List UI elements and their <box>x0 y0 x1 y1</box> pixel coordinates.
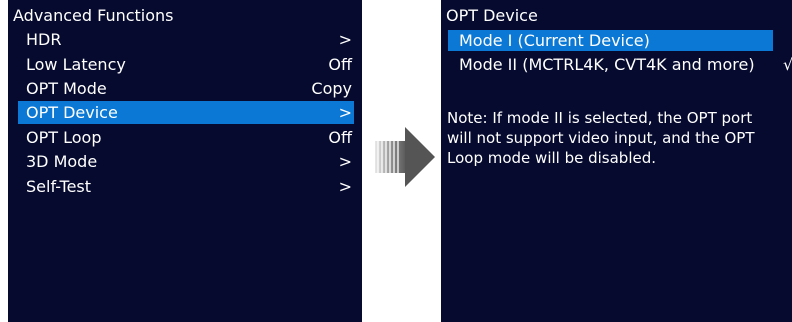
opt-device-menu: OPT Device Mode I (Current Device) Mode … <box>441 0 792 322</box>
menu-item-label: 3D Mode <box>26 152 98 171</box>
menu-item-low-latency[interactable]: Low Latency Off <box>18 53 354 76</box>
menu-item-opt-device[interactable]: OPT Device > <box>18 101 354 124</box>
option-label: Mode II (MCTRL4K, CVT4K and more) <box>459 55 755 74</box>
menu-item-opt-loop[interactable]: OPT Loop Off <box>18 126 354 149</box>
menu-item-value: > <box>338 103 352 122</box>
menu-item-self-test[interactable]: Self-Test > <box>18 175 354 198</box>
menu-item-value: Off <box>328 128 352 147</box>
menu-item-value: > <box>338 152 352 171</box>
menu-title: Advanced Functions <box>13 6 174 25</box>
menu-item-value: > <box>338 177 352 196</box>
option-mode-i[interactable]: Mode I (Current Device) <box>448 30 773 51</box>
menu-item-label: Low Latency <box>26 55 126 74</box>
menu-item-label: OPT Device <box>26 103 118 122</box>
option-label: Mode I (Current Device) <box>459 31 650 50</box>
note-line: Loop mode will be disabled. <box>447 149 657 167</box>
menu-title: OPT Device <box>446 6 538 25</box>
menu-item-3d-mode[interactable]: 3D Mode > <box>18 150 354 173</box>
menu-item-opt-mode[interactable]: OPT Mode Copy <box>18 77 354 100</box>
note-line: will not support video input, and the OP… <box>447 129 755 147</box>
advanced-functions-menu: Advanced Functions HDR > Low Latency Off… <box>8 0 362 322</box>
note-text: Note: If mode II is selected, the OPT po… <box>447 108 792 168</box>
menu-item-value: Off <box>328 55 352 74</box>
option-mode-ii[interactable]: Mode II (MCTRL4K, CVT4K and more) √ <box>448 54 792 75</box>
menu-item-label: OPT Loop <box>26 128 102 147</box>
menu-item-label: OPT Mode <box>26 79 107 98</box>
menu-item-value: Copy <box>311 79 352 98</box>
menu-item-hdr[interactable]: HDR > <box>18 28 354 51</box>
menu-item-value: > <box>338 30 352 49</box>
menu-item-label: HDR <box>26 30 62 49</box>
menu-item-label: Self-Test <box>26 177 92 196</box>
note-line: Note: If mode II is selected, the OPT po… <box>447 109 753 127</box>
check-icon: √ <box>783 55 792 74</box>
right-arrow-icon <box>375 127 435 187</box>
